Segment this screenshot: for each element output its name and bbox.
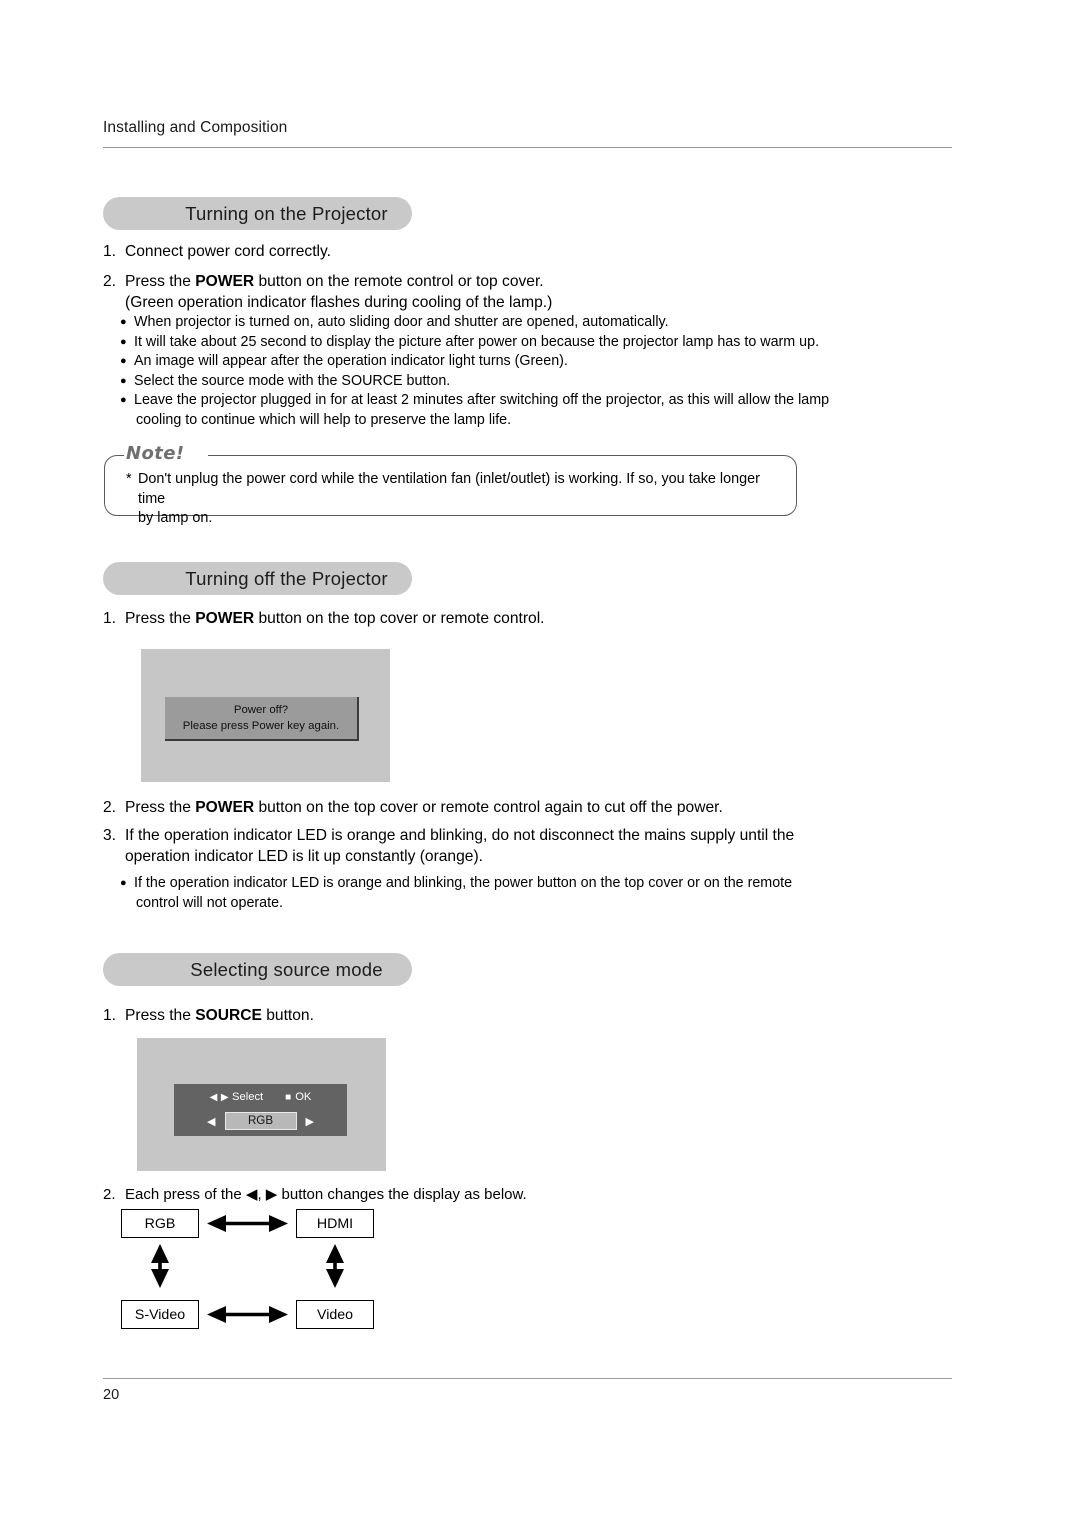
step-text: Press the SOURCE button. [125, 1007, 314, 1024]
section-heading-turning-on-label: Turning on the Projector [185, 202, 388, 224]
list-item-text-line2: cooling to continue which will help to p… [136, 411, 512, 428]
osd-select-label: Select [232, 1091, 264, 1103]
footer-divider [103, 1378, 952, 1379]
step-connect-power-cord: 1. Connect power cord correctly. [103, 241, 903, 262]
arrow-svideo-video [207, 1306, 288, 1323]
note-label: Note! [126, 443, 185, 464]
bullet-dot-icon: ● [120, 316, 127, 328]
note-body: * Don't unplug the power cord while the … [126, 470, 786, 529]
step-text-line2: operation indicator LED is lit up consta… [125, 848, 483, 865]
osd-source-dialog: ◀ ▶ Select ■ OK ◀ RGB ▶ [174, 1084, 347, 1136]
right-arrow-icon: ▶ [220, 1091, 230, 1103]
bullet-dot-icon: ● [120, 335, 127, 348]
step-text: Press the POWER button on the remote con… [125, 273, 544, 290]
osd-power-off-dialog: Power off? Please press Power key again. [165, 697, 359, 741]
step-number: 1. [103, 1007, 117, 1024]
step-number: 2. [103, 799, 117, 816]
note-text-line2: by lamp on. [138, 510, 213, 527]
list-item-text: An image will appear after the operation… [134, 353, 568, 370]
list-item-text: If the operation indicator LED is orange… [134, 874, 920, 913]
arrow-hdmi-video [326, 1244, 344, 1288]
step-number: 2. [103, 1186, 116, 1203]
header-divider [103, 147, 952, 148]
step-number: 1. [103, 610, 117, 627]
osd-ok-label: OK [295, 1091, 312, 1103]
list-item-text-line2: control will not operate. [136, 894, 284, 911]
step-number: 2. [103, 273, 117, 290]
running-header: Installing and Composition [103, 119, 288, 136]
step-source-cycle: 2. Each press of the ◀, ▶ button changes… [103, 1184, 903, 1205]
flow-box-svideo: S-Video [121, 1300, 199, 1329]
next-source-arrow-icon[interactable]: ▶ [306, 1115, 314, 1128]
flow-box-hdmi: HDMI [296, 1209, 374, 1238]
list-item-text: Leave the projector plugged in for at le… [134, 391, 910, 430]
turning-on-bullet-list: ● When projector is turned on, auto slid… [120, 313, 910, 431]
step-press-source-button: 1. Press the SOURCE button. [103, 1005, 903, 1026]
source-keyword: SOURCE [195, 1007, 262, 1024]
list-item-text: It will take about 25 second to display … [134, 333, 820, 350]
power-keyword: POWER [195, 799, 255, 816]
prev-source-arrow-icon[interactable]: ◀ [207, 1115, 215, 1128]
step-number: 1. [103, 243, 117, 260]
osd-source-selector-row: ◀ RGB ▶ [174, 1112, 347, 1130]
step-text: Press the POWER button on the top cover … [125, 610, 545, 627]
bullet-dot-icon: ● [120, 394, 127, 407]
step-press-power-button: 2. Press the POWER button on the remote … [103, 271, 903, 313]
bullet-dot-icon: ● [120, 355, 127, 368]
list-item: ● Select the source mode with the SOURCE… [120, 372, 910, 392]
section-heading-turning-off-label: Turning off the Projector [185, 567, 388, 589]
list-item: ● When projector is turned on, auto slid… [120, 313, 910, 333]
list-item: ● An image will appear after the operati… [120, 352, 910, 372]
section-heading-selecting-source: Selecting source mode [103, 953, 412, 986]
manual-page: Installing and Composition Turning on th… [0, 0, 1080, 1528]
note-text-line1: Don't unplug the power cord while the ve… [138, 471, 760, 507]
arrow-rgb-hdmi [207, 1215, 288, 1232]
step-text: Press the POWER button on the top cover … [125, 799, 723, 816]
flow-box-video: Video [296, 1300, 374, 1329]
osd-power-off-line2: Please press Power key again. [182, 720, 340, 732]
page-number: 20 [103, 1387, 120, 1403]
step-text-line2: (Green operation indicator flashes durin… [125, 294, 553, 311]
step-text: Connect power cord correctly. [125, 243, 331, 260]
turning-off-bullet-list: ● If the operation indicator LED is oran… [120, 874, 920, 913]
step-text: If the operation indicator LED is orange… [125, 827, 795, 844]
projector-screen-source-select: ◀ ▶ Select ■ OK ◀ RGB ▶ [137, 1038, 386, 1171]
step-power-off-press: 1. Press the POWER button on the top cov… [103, 608, 903, 629]
projector-screen-power-off: Power off? Please press Power key again. [141, 649, 390, 782]
section-heading-turning-on: Turning on the Projector [103, 197, 412, 230]
list-item: ● If the operation indicator LED is oran… [120, 874, 920, 913]
power-keyword: POWER [195, 273, 255, 290]
flow-box-rgb: RGB [121, 1209, 199, 1238]
left-arrow-icon: ◀ [245, 1186, 258, 1203]
osd-source-hint-row: ◀ ▶ Select ■ OK [174, 1091, 347, 1103]
step-number: 3. [103, 827, 117, 844]
list-item-text: Select the source mode with the SOURCE b… [134, 372, 451, 389]
section-heading-turning-off: Turning off the Projector [103, 562, 412, 595]
osd-power-off-line1: Power off? [233, 704, 289, 716]
step-text: Each press of the ◀, ▶ button changes th… [125, 1186, 527, 1203]
arrow-rgb-svideo [151, 1244, 169, 1288]
left-arrow-icon: ◀ [209, 1091, 218, 1103]
osd-selected-source[interactable]: RGB [224, 1112, 297, 1130]
step-power-off-again: 2. Press the POWER button on the top cov… [103, 797, 923, 818]
note-asterisk: * [126, 471, 132, 487]
list-item: ● It will take about 25 second to displa… [120, 333, 910, 353]
bullet-dot-icon: ● [120, 374, 127, 387]
section-heading-selecting-source-label: Selecting source mode [190, 958, 383, 980]
power-keyword: POWER [195, 610, 255, 627]
list-item: ● Leave the projector plugged in for at … [120, 391, 910, 430]
step-led-orange-blinking: 3. If the operation indicator LED is ora… [103, 825, 923, 867]
right-arrow-icon: ▶ [265, 1186, 278, 1203]
ok-square-icon: ■ [285, 1091, 292, 1103]
list-item-text: When projector is turned on, auto slidin… [134, 314, 669, 330]
bullet-dot-icon: ● [120, 877, 127, 889]
